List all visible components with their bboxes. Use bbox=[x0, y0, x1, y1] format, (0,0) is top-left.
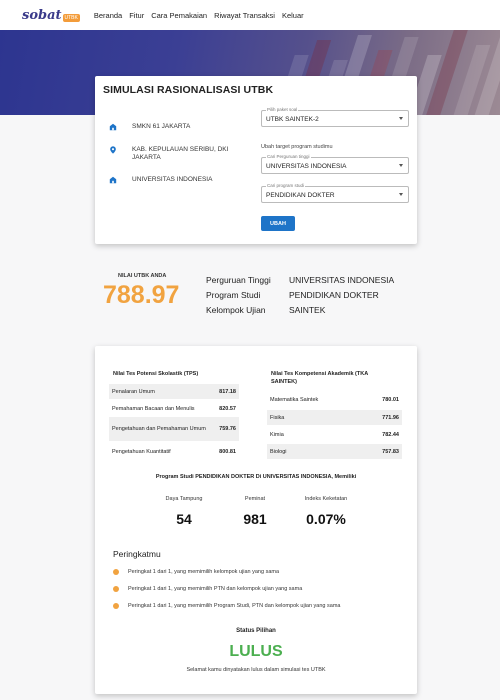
school-info: SMKN 61 JAKARTA bbox=[109, 123, 237, 131]
bullet-dot-icon bbox=[113, 586, 119, 592]
status-pilihan-label: Status Pilihan bbox=[236, 628, 276, 634]
tka-row: Fisika 771.96 bbox=[267, 410, 402, 425]
paket-soal-value: UTBK SAINTEK-2 bbox=[266, 116, 319, 123]
tka-row-name: Kimia bbox=[270, 431, 284, 438]
tka-row: Matematika Saintek 780.01 bbox=[267, 392, 402, 407]
tps-row: Pengetahuan dan Pemahaman Umum 759.76 bbox=[109, 417, 239, 441]
tka-row-value: 757.83 bbox=[382, 448, 399, 455]
school-name: SMKN 61 JAKARTA bbox=[132, 123, 191, 130]
logo-text: sobat bbox=[22, 7, 62, 23]
daya-tampung-value: 54 bbox=[176, 511, 192, 527]
ptn-value: UNIVERSITAS INDONESIA bbox=[266, 163, 347, 170]
tka-title: Nilai Tes Kompetensi Akademik (TKA SAINT… bbox=[271, 371, 368, 385]
ubah-target-text: Ubah target program studimu bbox=[261, 144, 333, 150]
tka-row: Biologi 757.83 bbox=[267, 444, 402, 459]
university-icon bbox=[109, 176, 117, 184]
prodi-label: Cari program studi bbox=[266, 183, 306, 188]
indeks-keketatan-label: Indeks Keketatan bbox=[304, 496, 348, 502]
indeks-keketatan-value: 0.07% bbox=[306, 511, 346, 527]
location-info: KAB. KEPULAUAN SERIBU, DKI JAKARTA bbox=[109, 146, 237, 162]
simulation-title: SIMULASI RASIONALISASI UTBK bbox=[103, 84, 274, 96]
perguruan-tinggi-key: Perguruan Tinggi bbox=[206, 275, 271, 285]
tka-row-value: 771.96 bbox=[382, 414, 399, 421]
perguruan-tinggi-value: UNIVERSITAS INDONESIA bbox=[289, 275, 395, 285]
daya-tampung-label: Daya Tampung bbox=[165, 496, 203, 502]
paket-soal-select[interactable]: Pilih paket soal UTBK SAINTEK-2 bbox=[261, 107, 409, 127]
logo-tag: UTBK bbox=[62, 14, 80, 22]
ptn-select[interactable]: Cari Perguruan tinggi UNIVERSITAS INDONE… bbox=[261, 154, 409, 174]
top-navbar: sobat UTBK Beranda Fitur Cara Pemakaian … bbox=[0, 0, 500, 30]
tka-row-name: Fisika bbox=[270, 414, 285, 421]
bullet-dot-icon bbox=[113, 603, 119, 609]
peminat-value: 981 bbox=[243, 511, 267, 527]
rank-item-text: Peringkat 1 dari 1, yang memimilih kelom… bbox=[128, 569, 280, 575]
tps-title: Nilai Tes Potensi Skolastik (TPS) bbox=[113, 371, 199, 377]
tps-row-name: Pengetahuan Kuantitatif bbox=[112, 448, 171, 455]
chevron-down-icon bbox=[399, 117, 403, 120]
ubah-button[interactable]: UBAH bbox=[261, 216, 295, 231]
location-name: KAB. KEPULAUAN SERIBU, DKI JAKARTA bbox=[132, 146, 229, 161]
tps-row: Penalaran Umum 817.18 bbox=[109, 384, 239, 399]
chevron-down-icon bbox=[399, 164, 403, 167]
tps-row: Pemahaman Bacaan dan Menulis 820.57 bbox=[109, 401, 239, 416]
university-info: UNIVERSITAS INDONESIA bbox=[109, 176, 237, 184]
location-pin-icon bbox=[110, 146, 116, 154]
sobat-utbk-logo[interactable]: sobat UTBK bbox=[22, 8, 80, 23]
kelompok-ujian-key: Kelompok Ujian bbox=[206, 305, 266, 315]
tka-row: Kimia 782.44 bbox=[267, 427, 402, 442]
tps-row-value: 820.57 bbox=[219, 405, 236, 412]
kelompok-ujian-value: SAINTEK bbox=[289, 305, 326, 315]
prodi-select[interactable]: Cari program studi PENDIDIKAN DOKTER bbox=[261, 183, 409, 203]
tps-row-name: Pengetahuan dan Pemahaman Umum bbox=[112, 426, 206, 432]
school-icon bbox=[109, 123, 117, 131]
program-studi-value: PENDIDIKAN DOKTER bbox=[289, 290, 379, 300]
rank-item-text: Peringkat 1 dari 1, yang memimilih PTN d… bbox=[128, 586, 303, 592]
simulation-card: SIMULASI RASIONALISASI UTBK SMKN 61 JAKA… bbox=[95, 76, 417, 244]
tka-row-value: 782.44 bbox=[382, 431, 399, 438]
tka-row-name: Biologi bbox=[270, 448, 287, 455]
nav-beranda[interactable]: Beranda bbox=[94, 11, 122, 20]
nav-keluar[interactable]: Keluar bbox=[282, 11, 304, 20]
paket-soal-label: Pilih paket soal bbox=[266, 107, 299, 112]
nav-cara-pemakaian[interactable]: Cara Pemakaian bbox=[151, 11, 207, 20]
tka-row-value: 780.01 bbox=[382, 396, 399, 403]
ptn-label: Cari Perguruan tinggi bbox=[266, 154, 311, 159]
tps-row-name: Pemahaman Bacaan dan Menulis bbox=[112, 405, 195, 412]
peringkat-title: Peringkatmu bbox=[113, 549, 161, 559]
program-title: Program Studi PENDIDIKAN DOKTER Di UNIVE… bbox=[155, 474, 357, 480]
rank-item: Peringkat 1 dari 1, yang memimilih Progr… bbox=[113, 603, 340, 609]
nilai-utbk-label: NILAI UTBK ANDA bbox=[118, 273, 167, 279]
tps-row: Pengetahuan Kuantitatif 800.81 bbox=[109, 444, 239, 459]
status-note: Selamat kamu dinyatakan lulus dalam simu… bbox=[186, 667, 326, 673]
program-studi-key: Program Studi bbox=[206, 290, 261, 300]
status-pilihan-value: LULUS bbox=[229, 643, 283, 660]
tps-row-name: Penalaran Umum bbox=[112, 388, 155, 395]
nav-fitur[interactable]: Fitur bbox=[129, 11, 144, 20]
peminat-label: Peminat bbox=[244, 496, 266, 502]
prodi-value: PENDIDIKAN DOKTER bbox=[266, 192, 335, 199]
rank-item-text: Peringkat 1 dari 1, yang memimilih Progr… bbox=[128, 603, 341, 609]
university-name: UNIVERSITAS INDONESIA bbox=[132, 176, 213, 183]
bullet-dot-icon bbox=[113, 569, 119, 575]
rank-item: Peringkat 1 dari 1, yang memimilih PTN d… bbox=[113, 586, 302, 592]
result-card: Nilai Tes Potensi Skolastik (TPS) Penala… bbox=[95, 346, 417, 694]
tka-row-name: Matematika Saintek bbox=[270, 396, 319, 403]
tps-row-value: 817.18 bbox=[219, 388, 236, 395]
nav-riwayat-transaksi[interactable]: Riwayat Transaksi bbox=[214, 11, 275, 20]
tps-row-value: 759.76 bbox=[219, 426, 236, 432]
nilai-utbk-value: 788.97 bbox=[103, 281, 180, 309]
rank-item: Peringkat 1 dari 1, yang memimilih kelom… bbox=[113, 569, 279, 575]
chevron-down-icon bbox=[399, 193, 403, 196]
tps-row-value: 800.81 bbox=[219, 448, 236, 455]
